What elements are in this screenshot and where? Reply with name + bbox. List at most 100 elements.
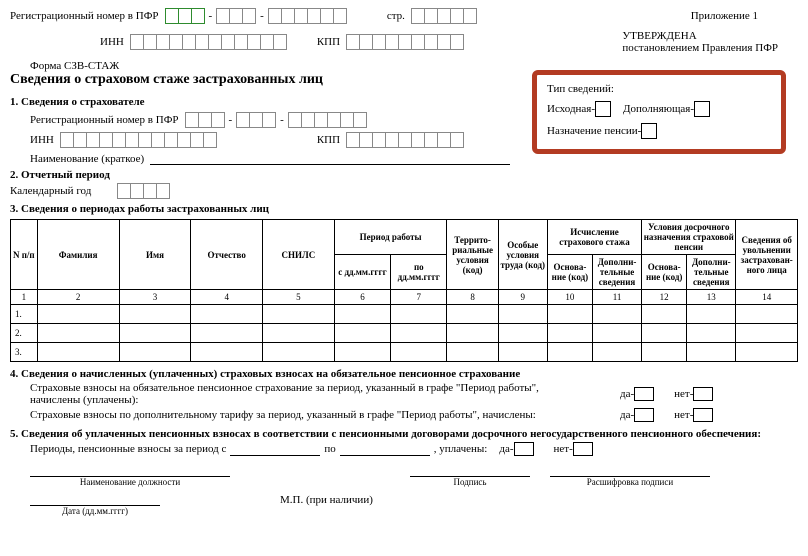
info-type-box: Тип сведений: Исходная - Дополняющая - Н… xyxy=(532,70,786,154)
s5-paid: , уплачены: xyxy=(434,443,488,455)
kpp-cells-top[interactable] xyxy=(346,34,464,50)
s5-period-label: Периоды, пенсионные взносы за период с xyxy=(30,443,226,455)
table-row[interactable]: 2. xyxy=(11,324,38,343)
colnum: 1 xyxy=(11,290,38,305)
decode-underlabel: Расшифровка подписи xyxy=(550,477,710,487)
s1-name-field[interactable] xyxy=(150,152,510,165)
colnum: 12 xyxy=(642,290,687,305)
th-special: Особые условия труда (код) xyxy=(498,220,547,290)
colnum: 6 xyxy=(334,290,390,305)
inn-label-top: ИНН xyxy=(100,36,124,48)
sign-field[interactable] xyxy=(410,464,530,477)
s5-from-field[interactable] xyxy=(230,443,320,456)
colnum: 9 xyxy=(498,290,547,305)
approved-by-label: постановлением Правления ПФР xyxy=(622,42,778,54)
th-calc: Исчисление страхового стажа xyxy=(547,220,641,255)
opt-supplement-label: Дополняющая xyxy=(623,103,690,115)
th-period: Период работы xyxy=(334,220,447,255)
s1-reg-g1[interactable] xyxy=(185,112,225,128)
mp-label: М.П. (при наличии) xyxy=(280,494,373,506)
th-fam: Фамилия xyxy=(37,220,119,290)
no-label: нет- xyxy=(674,388,693,400)
s4-line1: Страховые взносы на обязательное пенсион… xyxy=(30,382,590,406)
th-osn2: Основа-ние (код) xyxy=(642,255,687,290)
page-label: стр. xyxy=(387,10,405,22)
th-osn1: Основа-ние (код) xyxy=(547,255,592,290)
yes-label: да- xyxy=(499,443,513,455)
colnum: 14 xyxy=(736,290,798,305)
yes-label: да- xyxy=(620,388,634,400)
opt-pension-label: Назначение пенсии xyxy=(547,125,638,137)
yes-label: да- xyxy=(620,409,634,421)
colnum: 10 xyxy=(547,290,592,305)
pfr-reg-group3[interactable] xyxy=(268,8,347,24)
position-underlabel: Наименование должности xyxy=(30,477,230,487)
s1-inn-cells[interactable] xyxy=(60,132,217,148)
s1-kpp-label: КПП xyxy=(317,134,340,146)
s4-line2: Страховые взносы по дополнительному тари… xyxy=(30,409,590,421)
approved-label: УТВЕРЖДЕНА xyxy=(622,30,778,42)
s4-l1-no[interactable] xyxy=(693,387,713,401)
s1-inn-label: ИНН xyxy=(30,134,54,146)
table-row[interactable]: 3. xyxy=(11,343,38,362)
th-otch: Отчество xyxy=(191,220,263,290)
pfr-reg-label: Регистрационный номер в ПФР xyxy=(10,10,159,22)
pfr-reg-group1[interactable] xyxy=(165,8,205,24)
section3-title: 3. Сведения о периодах работы застрахова… xyxy=(10,203,798,215)
info-type-title: Тип сведений: xyxy=(547,83,771,95)
appendix-label: Приложение 1 xyxy=(691,10,758,22)
opt-initial-label: Исходная xyxy=(547,103,591,115)
date-underlabel: Дата (дд.мм.гггг) xyxy=(30,506,160,516)
opt-initial-checkbox[interactable] xyxy=(595,101,611,117)
colnum: 3 xyxy=(119,290,191,305)
s4-l2-yes[interactable] xyxy=(634,408,654,422)
s5-no[interactable] xyxy=(573,442,593,456)
opt-pension-checkbox[interactable] xyxy=(641,123,657,139)
colnum: 2 xyxy=(37,290,119,305)
th-name: Имя xyxy=(119,220,191,290)
s1-reg-g3[interactable] xyxy=(288,112,367,128)
opt-supplement-checkbox[interactable] xyxy=(694,101,710,117)
decode-field[interactable] xyxy=(550,464,710,477)
th-dop2: Дополни-тельные сведения xyxy=(687,255,736,290)
th-terr: Террито-риальные условия (код) xyxy=(447,220,498,290)
page-cells[interactable] xyxy=(411,8,477,24)
s2-year-label: Календарный год xyxy=(10,185,91,197)
s5-to-field[interactable] xyxy=(340,443,430,456)
sign-underlabel: Подпись xyxy=(410,477,530,487)
th-npp: N п/п xyxy=(11,220,38,290)
s4-l2-no[interactable] xyxy=(693,408,713,422)
no-label: нет- xyxy=(674,409,693,421)
section2-title: 2. Отчетный период xyxy=(10,169,798,181)
s1-reg-g2[interactable] xyxy=(236,112,276,128)
section5-title: 5. Сведения об уплаченных пенсионных взн… xyxy=(10,428,798,440)
form-code: Форма СЗВ-СТАЖ xyxy=(30,60,119,72)
kpp-label-top: КПП xyxy=(317,36,340,48)
date-field[interactable] xyxy=(30,493,160,506)
section4-title: 4. Сведения о начисленных (уплаченных) с… xyxy=(10,368,798,380)
s5-yes[interactable] xyxy=(514,442,534,456)
th-period-to: по дд.мм.гггг xyxy=(391,255,447,290)
table-row[interactable]: 1. xyxy=(11,305,38,324)
s1-kpp-cells[interactable] xyxy=(346,132,464,148)
position-field[interactable] xyxy=(30,464,230,477)
th-uvol: Сведения об увольнении застрахован-ного … xyxy=(736,220,798,290)
th-snils: СНИЛС xyxy=(263,220,335,290)
colnum: 7 xyxy=(391,290,447,305)
s1-reg-label: Регистрационный номер в ПФР xyxy=(30,114,179,126)
colnum: 11 xyxy=(592,290,641,305)
colnum: 4 xyxy=(191,290,263,305)
s2-year-cells[interactable] xyxy=(117,183,170,199)
s4-l1-yes[interactable] xyxy=(634,387,654,401)
colnum: 5 xyxy=(263,290,335,305)
colnum: 13 xyxy=(687,290,736,305)
s1-name-label: Наименование (краткое) xyxy=(30,153,144,165)
no-label: нет- xyxy=(554,443,573,455)
th-period-from: с дд.мм.гггг xyxy=(334,255,390,290)
th-dop1: Дополни-тельные сведения xyxy=(592,255,641,290)
pfr-reg-group2[interactable] xyxy=(216,8,256,24)
periods-table: N п/п Фамилия Имя Отчество СНИЛС Период … xyxy=(10,219,798,362)
colnum: 8 xyxy=(447,290,498,305)
inn-cells-top[interactable] xyxy=(130,34,287,50)
th-early: Условия досрочного назначения страховой … xyxy=(642,220,736,255)
